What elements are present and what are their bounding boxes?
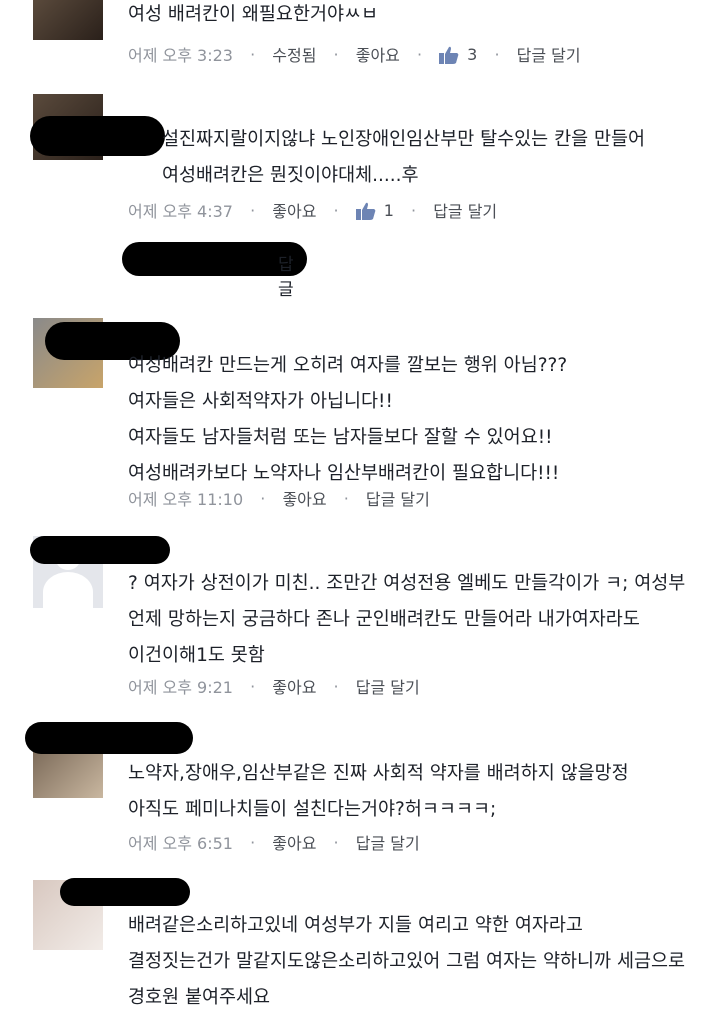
reply-button[interactable]: 답글 달기 (356, 674, 420, 698)
reply-button[interactable]: 답글 달기 (356, 830, 420, 854)
comment-text: 배려같은소리하고있네 여성부가 지들 여리고 약한 여자라고 결정짓는건가 말같… (128, 915, 686, 1008)
reply-button[interactable]: 답글 달기 (433, 198, 497, 222)
avatar-shoulders-shape (43, 572, 93, 608)
replies-label: 답글 (278, 255, 294, 300)
comment-meta: 어제 오후 3:23 · 수정됨 · 좋아요 · 3 · 답글 달기 (128, 42, 581, 66)
comment-time[interactable]: 어제 오후 11:10 (128, 486, 243, 510)
thumbs-up-icon (439, 46, 459, 64)
separator: · (333, 832, 339, 852)
comment-time[interactable]: 어제 오후 3:23 (128, 42, 233, 66)
separator: · (343, 488, 349, 508)
comment-meta: 어제 오후 9:21 · 좋아요 · 답글 달기 (128, 674, 420, 698)
separator: · (333, 676, 339, 696)
comment-meta: 어제 오후 6:51 · 좋아요 · 답글 달기 (128, 830, 420, 854)
like-count[interactable]: 3 (439, 44, 477, 64)
comment-text: 여성 배려칸이 왜필요한거야ㅆㅂ (128, 4, 379, 25)
comment-meta: 어제 오후 11:10 · 좋아요 · 답글 달기 (128, 486, 430, 510)
edited-label[interactable]: 수정됨 (272, 42, 316, 66)
comment-text: 설진짜지랄이지않냐 노인장애인임산부만 탈수있는 칸을 만들어 여성배려칸은 뭔… (162, 129, 646, 186)
separator: · (250, 44, 256, 64)
separator: · (333, 44, 339, 64)
comment-text: 여성배려칸 만드는게 오히려 여자를 깔보는 행위 아님??? 여자들은 사회적… (128, 355, 568, 484)
separator: · (260, 488, 266, 508)
like-button[interactable]: 좋아요 (272, 830, 316, 854)
redaction-bar (30, 536, 170, 564)
separator: · (494, 44, 500, 64)
separator: · (333, 200, 339, 220)
like-button[interactable]: 좋아요 (356, 42, 400, 66)
separator: · (250, 676, 256, 696)
comment-text: ? 여자가 상전이가 미친.. 조만간 여성전용 엘베도 만들각이가 ㅋ; 여성… (128, 573, 686, 666)
reply-button[interactable]: 답글 달기 (517, 42, 581, 66)
comment-meta: 어제 오후 4:37 · 좋아요 · 1 · 답글 달기 (128, 198, 497, 222)
redaction-bar (30, 116, 165, 156)
comment-time[interactable]: 어제 오후 4:37 (128, 198, 233, 222)
comments-page: { "comments": [ { "text": "여성 배려칸이 왜필요한거… (0, 0, 720, 1012)
like-button[interactable]: 좋아요 (272, 674, 316, 698)
thumbs-up-icon (355, 202, 376, 220)
like-count[interactable]: 1 (355, 200, 394, 220)
like-button[interactable]: 좋아요 (282, 486, 326, 510)
comment-text: 노약자,장애우,임산부같은 진짜 사회적 약자를 배려하지 않을망정 아직도 페… (128, 763, 629, 820)
separator: · (250, 832, 256, 852)
redaction-bar (25, 722, 193, 754)
separator: · (411, 200, 417, 220)
comment-time[interactable]: 어제 오후 9:21 (128, 674, 233, 698)
avatar[interactable] (33, 0, 103, 40)
comment-time[interactable]: 어제 오후 6:51 (128, 830, 233, 854)
reply-button[interactable]: 답글 달기 (366, 486, 430, 510)
like-button[interactable]: 좋아요 (272, 198, 316, 222)
redaction-bar (60, 878, 190, 906)
separator: · (250, 200, 256, 220)
separator: · (416, 44, 423, 64)
